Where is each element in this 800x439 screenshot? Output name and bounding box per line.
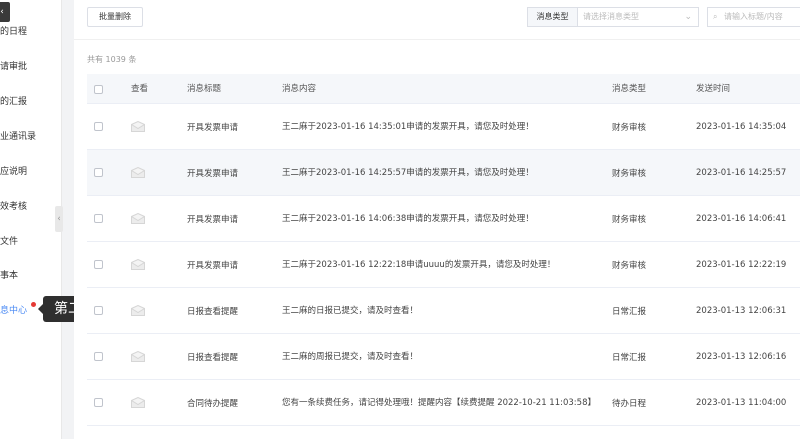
sidebar-item-explanation[interactable]: 应说明 — [0, 162, 27, 182]
row-checkbox[interactable] — [94, 352, 103, 361]
header-type: 消息类型 — [612, 84, 647, 94]
collapse-sidebar-handle[interactable]: ‹ — [55, 206, 63, 232]
row-title: 日报查看提醒 — [187, 353, 239, 363]
row-time: 2023-01-16 12:22:19 — [696, 260, 787, 270]
row-content: 王二麻的日报已提交，请及时查看！ — [282, 305, 419, 316]
row-content: 王二麻于2023-01-16 14:25:57申请的发票开具，请您及时处理！ — [282, 167, 534, 178]
row-type: 财务审核 — [612, 215, 647, 225]
sidebar-item-schedule[interactable]: 的日程 — [0, 22, 27, 42]
envelope-icon[interactable] — [131, 213, 145, 224]
header-content: 消息内容 — [282, 84, 317, 94]
row-content: 王二麻于2023-01-16 12:22:18申请uuuu的发票开具，请您及时处… — [282, 259, 556, 270]
message-type-placeholder: 请选择消息类型 — [583, 12, 639, 21]
row-time: 2023-01-13 12:06:16 — [696, 352, 787, 362]
envelope-icon[interactable] — [131, 305, 145, 316]
row-title: 合同待办提醒 — [187, 399, 239, 409]
row-checkbox[interactable] — [94, 122, 103, 131]
chevron-down-icon: ⌄ — [684, 12, 692, 22]
toolbar: 批量删除 消息类型 请选择消息类型 ⌄ ⌕ 请输入标题/内容 — [74, 0, 800, 40]
sidebar-item-message-center[interactable]: 息中心 — [0, 301, 27, 321]
row-time: 2023-01-16 14:35:04 — [696, 122, 787, 132]
envelope-icon[interactable] — [131, 351, 145, 362]
table-row[interactable]: 日报查看提醒 王二麻的周报已提交，请及时查看！ 日常汇报 2023-01-13 12:… — [87, 334, 800, 380]
row-title: 开具发票申请 — [187, 169, 239, 179]
table-row[interactable]: 日报查看提醒 王二麻的日报已提交，请及时查看！ 日常汇报 2023-01-13 12:… — [87, 288, 800, 334]
row-checkbox[interactable] — [94, 168, 103, 177]
row-time: 2023-01-13 11:04:00 — [696, 398, 787, 408]
envelope-icon[interactable] — [131, 121, 145, 132]
sidebar-item-approval[interactable]: 请审批 — [0, 57, 27, 77]
row-type: 待办日程 — [612, 399, 647, 409]
total-count: 共有 1039 条 — [87, 55, 137, 64]
row-time: 2023-01-16 14:25:57 — [696, 168, 787, 178]
message-table: 查看 消息标题 消息内容 消息类型 发送时间 开具发票申请王二麻于2023-01… — [87, 74, 800, 426]
row-title: 开具发票申请 — [187, 215, 239, 225]
row-content: 王二麻于2023-01-16 14:35:01申请的发票开具，请您及时处理！ — [282, 121, 534, 132]
search-input[interactable]: ⌕ 请输入标题/内容 — [707, 7, 800, 27]
sidebar-item-report[interactable]: 的汇报 — [0, 92, 27, 112]
table-header: 查看 消息标题 消息内容 消息类型 发送时间 — [87, 74, 800, 104]
sidebar-item-notebook[interactable]: 事本 — [0, 266, 18, 286]
table-row[interactable]: 开具发票申请 王二麻于2023-01-16 14:35:01申请的发票开具，请您及… — [87, 104, 800, 150]
row-content: 您有一条续费任务，请记得处理哦！提醒内容【续费提醒 2022-10-21 11:… — [282, 397, 596, 408]
row-content: 王二麻的周报已提交，请及时查看！ — [282, 351, 419, 362]
header-title: 消息标题 — [187, 84, 222, 94]
row-type: 日常汇报 — [612, 307, 647, 317]
row-checkbox[interactable] — [94, 214, 103, 223]
row-time: 2023-01-13 12:06:31 — [696, 306, 787, 316]
row-title: 开具发票申请 — [187, 123, 239, 133]
table-row[interactable]: 合同待办提醒 您有一条续费任务，请记得处理哦！提醒内容【续费提醒 2022-10-… — [87, 380, 800, 426]
row-type: 财务审核 — [612, 123, 647, 133]
envelope-icon[interactable] — [131, 397, 145, 408]
sidebar: ‹ 的日程 请审批 的汇报 业通讯录 应说明 效考核 文件 事本 息中心 ‹ — [0, 0, 63, 439]
table-row[interactable]: 开具发票申请 王二麻于2023-01-16 14:06:38申请的发票开具，请您及… — [87, 196, 800, 242]
row-title: 日报查看提醒 — [187, 307, 239, 317]
sidebar-item-contacts[interactable]: 业通讯录 — [0, 127, 36, 147]
menu-toggle-icon[interactable]: ‹ — [0, 2, 10, 22]
table-body: 开具发票申请 王二麻于2023-01-16 14:35:01申请的发票开具，请您及… — [87, 104, 800, 426]
unread-badge — [31, 302, 36, 307]
row-type: 财务审核 — [612, 169, 647, 179]
row-checkbox[interactable] — [94, 260, 103, 269]
batch-delete-button[interactable]: 批量删除 — [87, 7, 143, 27]
row-time: 2023-01-16 14:06:41 — [696, 214, 787, 224]
row-checkbox[interactable] — [94, 306, 103, 315]
header-time: 发送时间 — [696, 84, 731, 94]
main-panel: 批量删除 消息类型 请选择消息类型 ⌄ ⌕ 请输入标题/内容 共有 1039 条… — [74, 0, 800, 439]
message-type-label: 消息类型 — [527, 7, 577, 27]
envelope-icon[interactable] — [131, 167, 145, 178]
select-all-checkbox[interactable] — [94, 85, 103, 94]
sidebar-item-assessment[interactable]: 效考核 — [0, 197, 27, 217]
search-icon: ⌕ — [713, 12, 718, 21]
table-row[interactable]: 开具发票申请 王二麻于2023-01-16 12:22:18申请uuuu的发票开具… — [87, 242, 800, 288]
row-type: 日常汇报 — [612, 353, 647, 363]
sidebar-item-files[interactable]: 文件 — [0, 232, 18, 252]
row-type: 财务审核 — [612, 261, 647, 271]
envelope-icon[interactable] — [131, 259, 145, 270]
row-title: 开具发票申请 — [187, 261, 239, 271]
row-checkbox[interactable] — [94, 398, 103, 407]
message-type-select[interactable]: 请选择消息类型 ⌄ — [577, 7, 699, 27]
search-placeholder: 请输入标题/内容 — [724, 12, 783, 21]
row-content: 王二麻于2023-01-16 14:06:38申请的发票开具，请您及时处理！ — [282, 213, 534, 224]
header-view: 查看 — [131, 84, 149, 94]
table-row[interactable]: 开具发票申请 王二麻于2023-01-16 14:25:57申请的发票开具，请您及… — [87, 150, 800, 196]
